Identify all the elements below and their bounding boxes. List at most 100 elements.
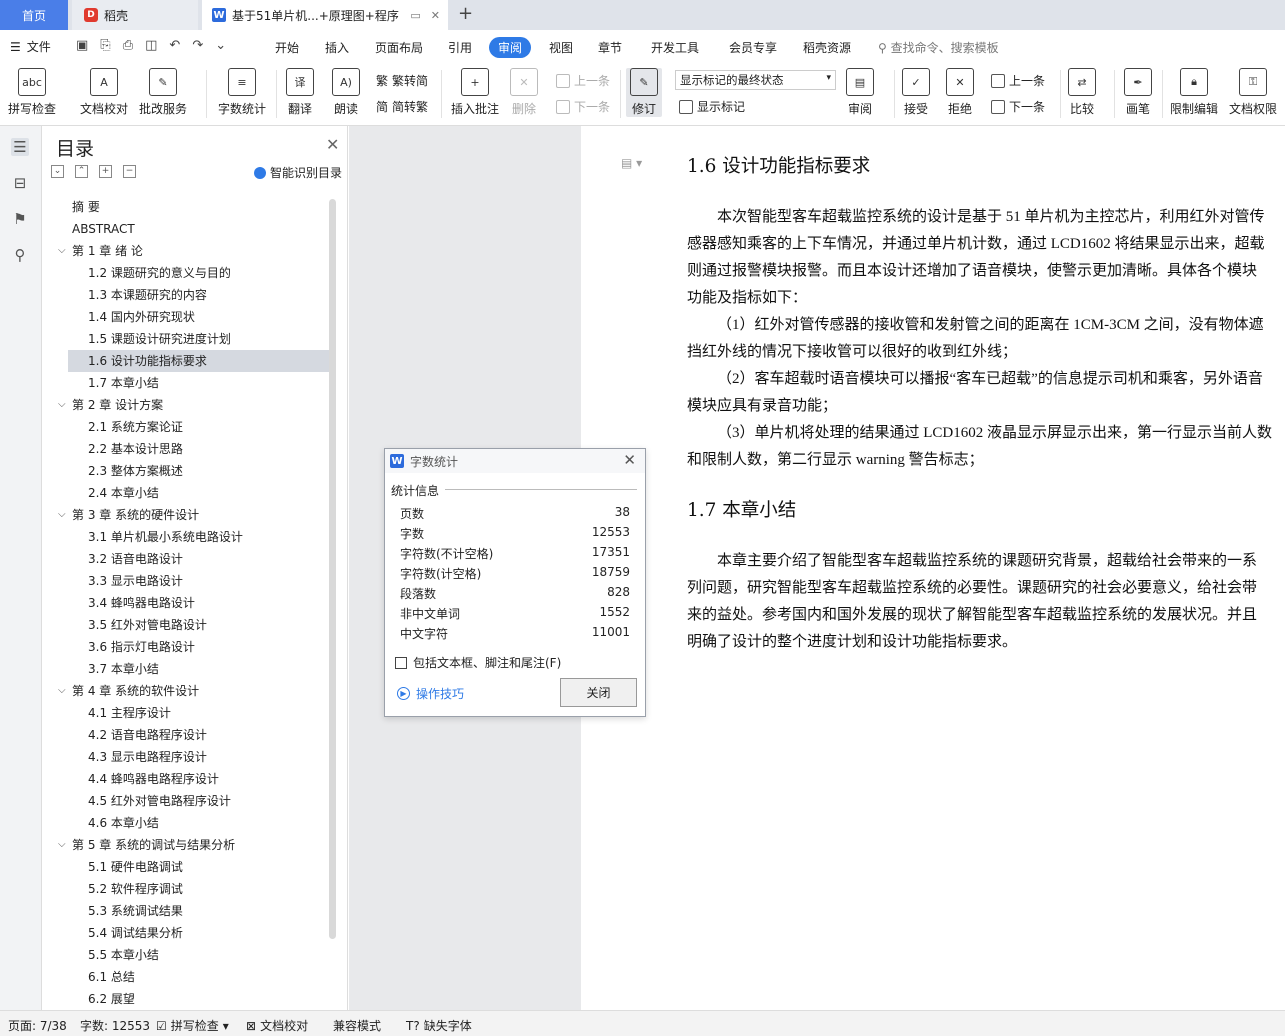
accept-button[interactable]: ✓ 接受 (902, 68, 930, 117)
menu-start[interactable]: 开始 (275, 39, 299, 56)
restrict-editing-button[interactable]: 🔒︎ 限制编辑 (1170, 68, 1218, 117)
find-icon[interactable]: ⚲ (11, 246, 29, 264)
document-page[interactable]: ▤ ▾ 1.6 设计功能指标要求 本次智能型客车超载监控系统的设计是基于 51 … (581, 126, 1285, 1010)
toc-item[interactable]: 6.1 总结 (42, 966, 332, 988)
toc-item[interactable]: 1.3 本课题研究的内容 (42, 284, 332, 306)
redo-icon[interactable]: ↷ (192, 38, 203, 53)
toc-item[interactable]: 6.2 展望 (42, 988, 332, 1010)
menu-layout[interactable]: 页面布局 (375, 39, 423, 56)
close-button[interactable]: 关闭 (560, 678, 637, 707)
close-icon[interactable]: ✕ (623, 451, 636, 469)
toc-item[interactable]: 5.1 硬件电路调试 (42, 856, 332, 878)
track-changes-button[interactable]: ✎ 修订 (626, 68, 662, 117)
markup-state-select[interactable]: 显示标记的最终状态 ▾ (675, 70, 836, 90)
simp-to-trad-button[interactable]: 简简转繁 (376, 98, 428, 115)
undo-icon[interactable]: ↶ (169, 38, 180, 53)
toc-item[interactable]: 摘 要 (42, 196, 332, 218)
toc-item[interactable]: 1.5 课题设计研究进度计划 (42, 328, 332, 350)
toc-item[interactable]: 4.4 蜂鸣器电路程序设计 (42, 768, 332, 790)
menu-view[interactable]: 视图 (549, 39, 573, 56)
new-tab-button[interactable]: + (458, 3, 473, 24)
remove-level-icon[interactable]: − (123, 165, 136, 178)
page-indicator[interactable]: 页面: 7/38 (8, 1017, 67, 1034)
toc-item[interactable]: 4.2 语音电路程序设计 (42, 724, 332, 746)
toc-item[interactable]: 3.1 单片机最小系统电路设计 (42, 526, 332, 548)
toc-item[interactable]: 4.1 主程序设计 (42, 702, 332, 724)
proof-status[interactable]: ⊠ 文档校对 (246, 1017, 308, 1034)
toc-item[interactable]: 4.3 显示电路程序设计 (42, 746, 332, 768)
menu-review[interactable]: 审阅 (489, 37, 532, 58)
more-icon[interactable]: ⌄ (215, 38, 226, 53)
toc-item[interactable]: 1.4 国内外研究现状 (42, 306, 332, 328)
pin-icon[interactable]: ▭ (410, 9, 420, 22)
toc-item[interactable]: 3.2 语音电路设计 (42, 548, 332, 570)
toc-chapter-item[interactable]: ⌵ 第 1 章 绪 论 (42, 240, 332, 262)
close-tab-icon[interactable]: ✕ (431, 9, 440, 22)
menu-devtools[interactable]: 开发工具 (651, 39, 699, 56)
toc-item[interactable]: 3.4 蜂鸣器电路设计 (42, 592, 332, 614)
annotation-service-button[interactable]: ✎ 批改服务 (139, 68, 187, 117)
toc-item[interactable]: 3.5 红外对管电路设计 (42, 614, 332, 636)
toc-item[interactable]: 2.4 本章小结 (42, 482, 332, 504)
add-level-icon[interactable]: + (99, 165, 112, 178)
menu-chapter[interactable]: 章节 (598, 39, 622, 56)
menu-insert[interactable]: 插入 (325, 39, 349, 56)
toc-chapter-item[interactable]: ⌵ 第 5 章 系统的调试与结果分析 (42, 834, 332, 856)
toc-item[interactable]: 3.7 本章小结 (42, 658, 332, 680)
toc-item[interactable]: ABSTRACT (42, 218, 332, 240)
outline-icon[interactable]: ⊟ (11, 174, 29, 192)
toc-item[interactable]: 4.5 红外对管电路程序设计 (42, 790, 332, 812)
toc-item[interactable]: 1.6 设计功能指标要求 (68, 350, 332, 372)
chevron-down-icon[interactable]: ⌵ (58, 680, 66, 702)
toc-chapter-item[interactable]: ⌵ 第 3 章 系统的硬件设计 (42, 504, 332, 526)
toc-item[interactable]: 5.5 本章小结 (42, 944, 332, 966)
doc-permission-button[interactable]: ⚿ 文档权限 (1229, 68, 1277, 117)
tab-daoke[interactable]: D 稻壳 (72, 0, 198, 30)
word-count-button[interactable]: ≡ 字数统计 (218, 68, 266, 117)
toc-item[interactable]: 5.2 软件程序调试 (42, 878, 332, 900)
pen-button[interactable]: ✒ 画笔 (1124, 68, 1152, 117)
print-preview-icon[interactable]: ◫ (145, 38, 157, 53)
toc-chapter-item[interactable]: ⌵ 第 2 章 设计方案 (42, 394, 332, 416)
toc-item[interactable]: 1.7 本章小结 (42, 372, 332, 394)
toc-panel-icon[interactable]: ☰ (11, 138, 29, 156)
next-comment-button[interactable]: 下一条 (556, 98, 610, 115)
file-menu[interactable]: ☰ 文件 (10, 38, 51, 55)
read-aloud-button[interactable]: A) 朗读 (332, 68, 360, 117)
print-icon[interactable]: ⎙ (123, 38, 133, 53)
tips-link[interactable]: ▶ 操作技巧 (397, 685, 464, 702)
paragraph-options-icon[interactable]: ▤ ▾ (621, 156, 642, 170)
doc-proof-button[interactable]: A 文档校对 (80, 68, 128, 117)
toc-item[interactable]: 4.6 本章小结 (42, 812, 332, 834)
delete-comment-button[interactable]: ✕ 删除 (510, 68, 538, 117)
trad-to-simp-button[interactable]: 繁繁转简 (376, 72, 428, 89)
chevron-down-icon[interactable]: ⌵ (58, 394, 66, 416)
insert-comment-button[interactable]: + 插入批注 (451, 68, 499, 117)
chevron-down-icon[interactable]: ⌵ (58, 240, 66, 262)
spell-check-status[interactable]: ☑ 拼写检查 ▾ (156, 1017, 229, 1034)
show-markup-button[interactable]: 显示标记 (679, 98, 745, 115)
collapse-up-icon[interactable]: ⌃ (75, 165, 88, 178)
toc-scrollbar[interactable] (329, 199, 336, 939)
close-icon[interactable]: ✕ (326, 135, 339, 154)
smart-toc-button[interactable]: 智能识别目录 (254, 164, 342, 181)
command-search[interactable]: ⚲ 查找命令、搜索模板 (878, 39, 999, 56)
toc-item[interactable]: 2.3 整体方案概述 (42, 460, 332, 482)
chevron-down-icon[interactable]: ⌵ (58, 834, 66, 856)
toc-item[interactable]: 3.3 显示电路设计 (42, 570, 332, 592)
spell-check-button[interactable]: abc 拼写检查 (8, 68, 56, 117)
toc-item[interactable]: 2.1 系统方案论证 (42, 416, 332, 438)
export-pdf-icon[interactable]: ⎘ (100, 38, 110, 53)
toc-item[interactable]: 1.2 课题研究的意义与目的 (42, 262, 332, 284)
toc-item[interactable]: 2.2 基本设计思路 (42, 438, 332, 460)
prev-comment-button[interactable]: 上一条 (556, 72, 610, 89)
toc-item[interactable]: 5.4 调试结果分析 (42, 922, 332, 944)
tab-document[interactable]: W 基于51单片机...+原理图+程序 ▭ ✕ (202, 0, 448, 30)
chevron-down-icon[interactable]: ⌵ (58, 504, 66, 526)
next-change-button[interactable]: 下一条 (991, 98, 1045, 115)
save-icon[interactable]: ▣ (76, 38, 88, 53)
reject-button[interactable]: ✕ 拒绝 (946, 68, 974, 117)
menu-daoke-resources[interactable]: 稻壳资源 (803, 39, 851, 56)
include-notes-checkbox[interactable]: 包括文本框、脚注和尾注(F) (395, 654, 561, 671)
menu-reference[interactable]: 引用 (448, 39, 472, 56)
